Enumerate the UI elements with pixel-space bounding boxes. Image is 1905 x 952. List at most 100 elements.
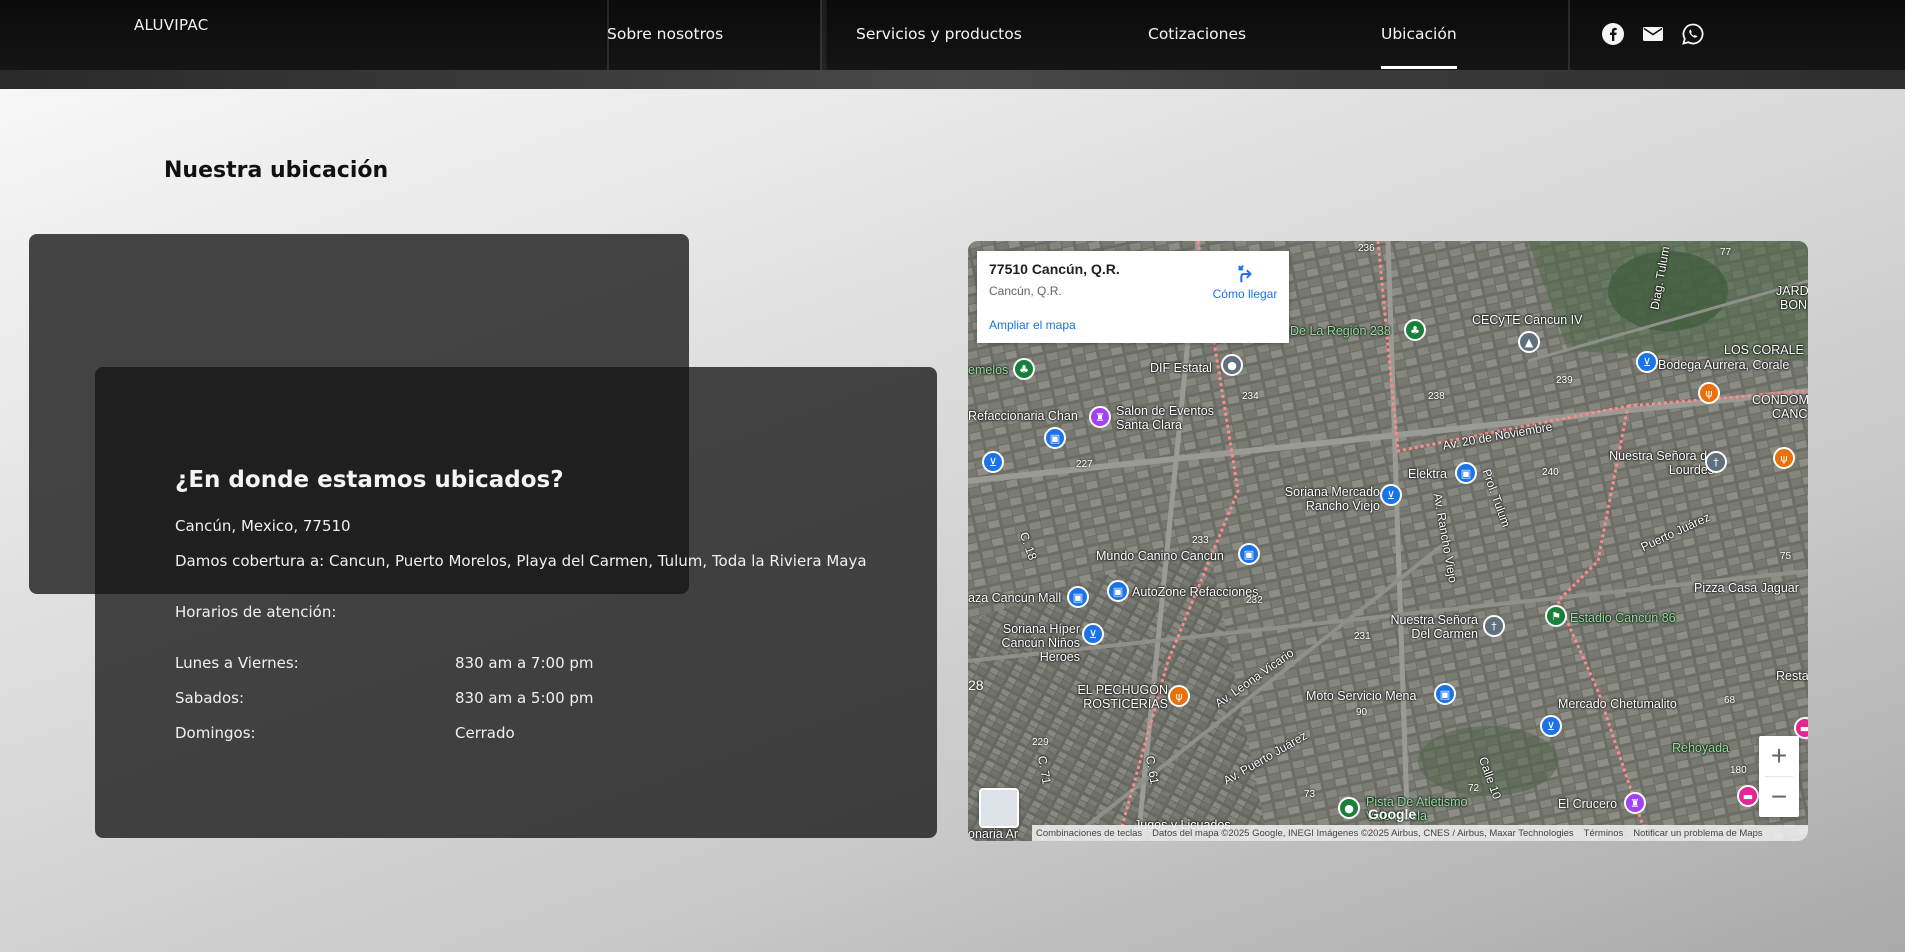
mail-icon[interactable] bbox=[1641, 22, 1665, 46]
street-number: 227 bbox=[1076, 459, 1093, 470]
directions-button[interactable]: Cómo llegar bbox=[1205, 263, 1285, 301]
nav-ubicacion[interactable]: Ubicación bbox=[1381, 25, 1457, 69]
map-place-label: Estadio Cancún 86 bbox=[1570, 611, 1676, 625]
map-place-label: Soriana Híper Cancún Niños Heroes bbox=[1001, 622, 1080, 664]
map-place-label: Salon de Eventos Santa Clara bbox=[1116, 404, 1214, 432]
street-number: 28 bbox=[968, 677, 984, 693]
event-venue-pin-icon[interactable]: ♜ bbox=[1089, 406, 1111, 428]
restaurant-pin-icon[interactable]: ψ bbox=[1168, 685, 1190, 707]
street-number: 232 bbox=[1246, 595, 1263, 606]
facebook-icon[interactable] bbox=[1601, 22, 1625, 46]
map-attribution-bar: Combinaciones de teclas Datos del mapa ©… bbox=[1032, 825, 1808, 841]
report-problem-link[interactable]: Notificar un problema de Maps bbox=[1633, 828, 1762, 839]
map-place-label: LOS CORALE bbox=[1724, 343, 1804, 357]
church-pin-icon[interactable]: † bbox=[1705, 451, 1727, 473]
school-pin-icon[interactable]: ▲ bbox=[1518, 331, 1540, 353]
map-place-label: Soriana Mercado Rancho Viejo bbox=[1284, 485, 1380, 513]
schedule-day: Domingos: bbox=[175, 724, 256, 742]
header-shadow-band bbox=[0, 70, 1905, 89]
map-place-label: CECyTE Cancun IV bbox=[1472, 313, 1583, 327]
terms-link[interactable]: Términos bbox=[1584, 828, 1624, 839]
map-place-label: De La Región 238 bbox=[1290, 324, 1391, 338]
map-place-label: Nuestra Señora Del Carmen bbox=[1390, 613, 1478, 641]
government-pin-icon[interactable]: ● bbox=[1221, 354, 1243, 376]
restaurant-pin-icon[interactable]: ψ bbox=[1773, 447, 1795, 469]
schedule-hours: 830 am a 7:00 pm bbox=[455, 654, 594, 672]
section-title: Nuestra ubicación bbox=[164, 158, 389, 183]
map-place-title: 77510 Cancún, Q.R. bbox=[989, 261, 1120, 277]
map-place-label: aza Cancún Mall bbox=[968, 591, 1062, 605]
map-place-label: AutoZone Refacciones bbox=[1132, 585, 1259, 599]
info-title: ¿En donde estamos ubicados? bbox=[175, 467, 564, 493]
street-number: 77 bbox=[1720, 247, 1732, 258]
nav-cotizaciones[interactable]: Cotizaciones bbox=[1148, 25, 1246, 43]
park-pin-icon[interactable]: ♣ bbox=[1404, 319, 1426, 341]
map-place-label: onaria Ar bbox=[968, 827, 1019, 841]
nav-sobre-nosotros[interactable]: Sobre nosotros bbox=[607, 25, 723, 43]
shopping-cart-pin-icon[interactable]: ⊻ bbox=[1636, 351, 1658, 373]
google-logo: Google bbox=[1368, 806, 1417, 822]
hotel-pin-icon[interactable]: ▬ bbox=[1737, 785, 1759, 807]
map-place-label: BON bbox=[1780, 298, 1808, 312]
info-address: Cancún, Mexico, 77510 bbox=[175, 517, 351, 535]
event-venue-pin-icon[interactable]: ♜ bbox=[1624, 792, 1646, 814]
embedded-map[interactable]: De La Región 238 CECyTE Cancun IV Bodega… bbox=[968, 241, 1808, 841]
map-place-label: Nuestra Señora de Lourdes bbox=[1609, 449, 1714, 477]
map-place-label: emelos bbox=[968, 363, 1009, 377]
info-coverage: Damos cobertura a: Cancun, Puerto Morelo… bbox=[175, 552, 867, 570]
shopping-bag-pin-icon[interactable]: ▣ bbox=[1067, 586, 1089, 608]
shopping-cart-pin-icon[interactable]: ⊻ bbox=[1540, 715, 1562, 737]
whatsapp-icon[interactable] bbox=[1681, 22, 1705, 46]
street-number: 73 bbox=[1304, 789, 1316, 800]
shopping-cart-pin-icon[interactable]: ⊻ bbox=[982, 451, 1004, 473]
shopping-bag-pin-icon[interactable]: ▣ bbox=[1434, 683, 1456, 705]
street-number: 229 bbox=[1032, 737, 1049, 748]
church-pin-icon[interactable]: † bbox=[1483, 615, 1505, 637]
street-number: 233 bbox=[1192, 535, 1209, 546]
shopping-bag-pin-icon[interactable]: ▣ bbox=[1107, 580, 1129, 602]
street-number: 72 bbox=[1468, 783, 1480, 794]
street-number: 238 bbox=[1428, 391, 1445, 402]
schedule-day: Sabados: bbox=[175, 689, 244, 707]
stadium-pin-icon[interactable]: ⚑ bbox=[1545, 605, 1567, 627]
zoom-out-button[interactable]: − bbox=[1759, 777, 1799, 817]
map-data-attribution: Datos del mapa ©2025 Google, INEGI Imáge… bbox=[1152, 827, 1574, 839]
park-pin-icon[interactable]: ● bbox=[1338, 797, 1360, 819]
map-place-label: Bodega Aurrera, Corale bbox=[1658, 358, 1790, 372]
map-type-toggle[interactable] bbox=[979, 788, 1019, 828]
directions-icon bbox=[1238, 265, 1252, 283]
shopping-bag-pin-icon[interactable]: ▣ bbox=[1044, 427, 1066, 449]
map-place-label: DIF Estatal bbox=[1150, 361, 1212, 375]
street-number: 231 bbox=[1354, 631, 1371, 642]
schedule-hours: 830 am a 5:00 pm bbox=[455, 689, 594, 707]
map-place-label: JARD bbox=[1776, 284, 1808, 298]
street-number: 239 bbox=[1556, 375, 1573, 386]
street-number: 180 bbox=[1730, 765, 1747, 776]
park-pin-icon[interactable]: ♣ bbox=[1013, 358, 1035, 380]
map-place-subtitle: Cancún, Q.R. bbox=[989, 284, 1062, 298]
map-place-label: Restau bbox=[1776, 669, 1808, 683]
map-place-label: Mundo Canino Cancun bbox=[1096, 549, 1224, 563]
map-place-label: Moto Servicio Mena bbox=[1306, 689, 1417, 703]
street-number: 234 bbox=[1242, 391, 1259, 402]
map-place-card: 77510 Cancún, Q.R. Cancún, Q.R. Ampliar … bbox=[977, 251, 1289, 343]
map-place-label: Pizza Casa Jaguar bbox=[1694, 581, 1799, 595]
map-place-label: Rehoyada bbox=[1672, 741, 1729, 755]
shopping-bag-pin-icon[interactable]: ▣ bbox=[1455, 462, 1477, 484]
map-place-label: Refaccionaria Chan bbox=[968, 409, 1078, 423]
restaurant-pin-icon[interactable]: ψ bbox=[1698, 382, 1720, 404]
nav-servicios-y-productos[interactable]: Servicios y productos bbox=[856, 25, 1022, 43]
schedule-hours: Cerrado bbox=[455, 724, 515, 742]
street-number: 75 bbox=[1780, 551, 1792, 562]
keyboard-shortcuts-link[interactable]: Combinaciones de teclas bbox=[1036, 828, 1142, 839]
map-place-label: CANC bbox=[1772, 407, 1808, 421]
shopping-cart-pin-icon[interactable]: ⊻ bbox=[1082, 623, 1104, 645]
shopping-bag-pin-icon[interactable]: ▣ bbox=[1238, 543, 1260, 565]
shopping-cart-pin-icon[interactable]: ⊻ bbox=[1380, 484, 1402, 506]
street-number: 68 bbox=[1724, 695, 1736, 706]
map-place-label: Mercado Chetumalito bbox=[1558, 697, 1677, 711]
zoom-in-button[interactable]: + bbox=[1759, 736, 1799, 776]
zoom-controls: + − bbox=[1759, 736, 1799, 817]
site-logo[interactable]: ALUVIPAC bbox=[134, 16, 209, 34]
enlarge-map-link[interactable]: Ampliar el mapa bbox=[989, 318, 1076, 332]
